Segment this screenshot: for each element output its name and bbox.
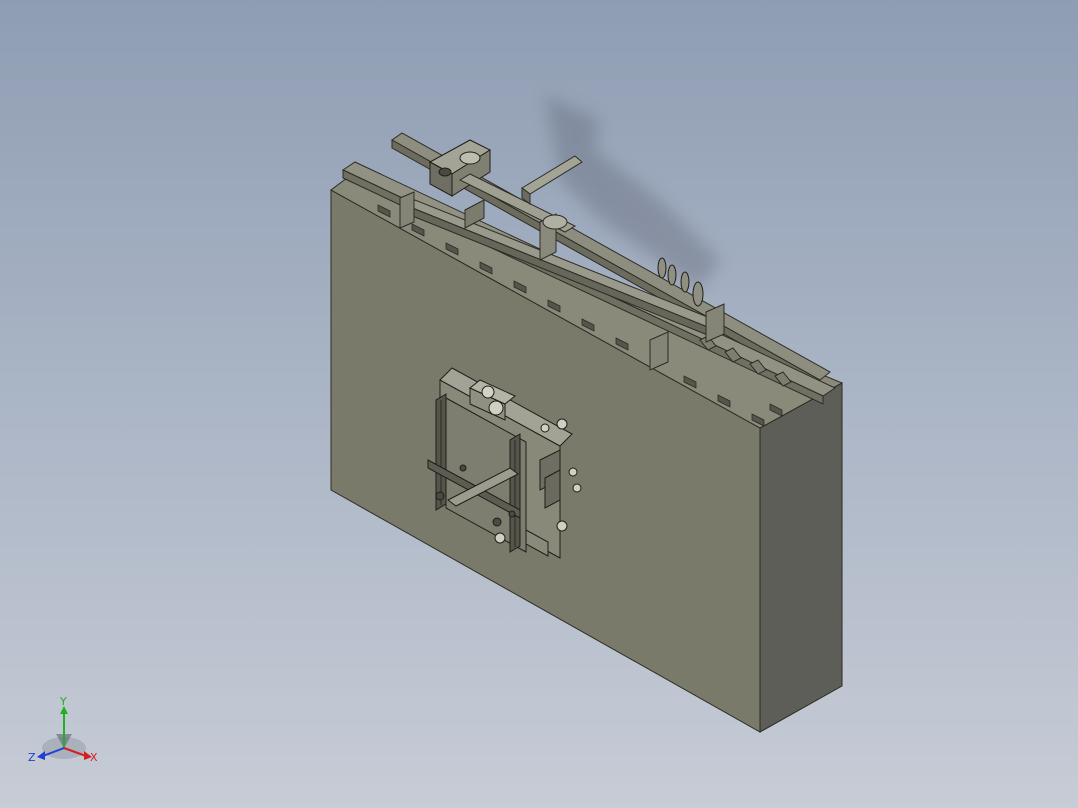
- y-axis-label: Y: [60, 695, 67, 708]
- z-axis-label: Z: [28, 751, 36, 764]
- graphics-viewport[interactable]: Y X Z: [0, 0, 1078, 808]
- z-arrowhead: [37, 751, 45, 760]
- wall-block[interactable]: [330, 177, 844, 733]
- coordinate-triad: Y X Z: [26, 694, 106, 774]
- cad-assembly-model[interactable]: [0, 0, 1078, 808]
- x-axis-label: X: [90, 751, 98, 764]
- model-shadow: [545, 95, 720, 290]
